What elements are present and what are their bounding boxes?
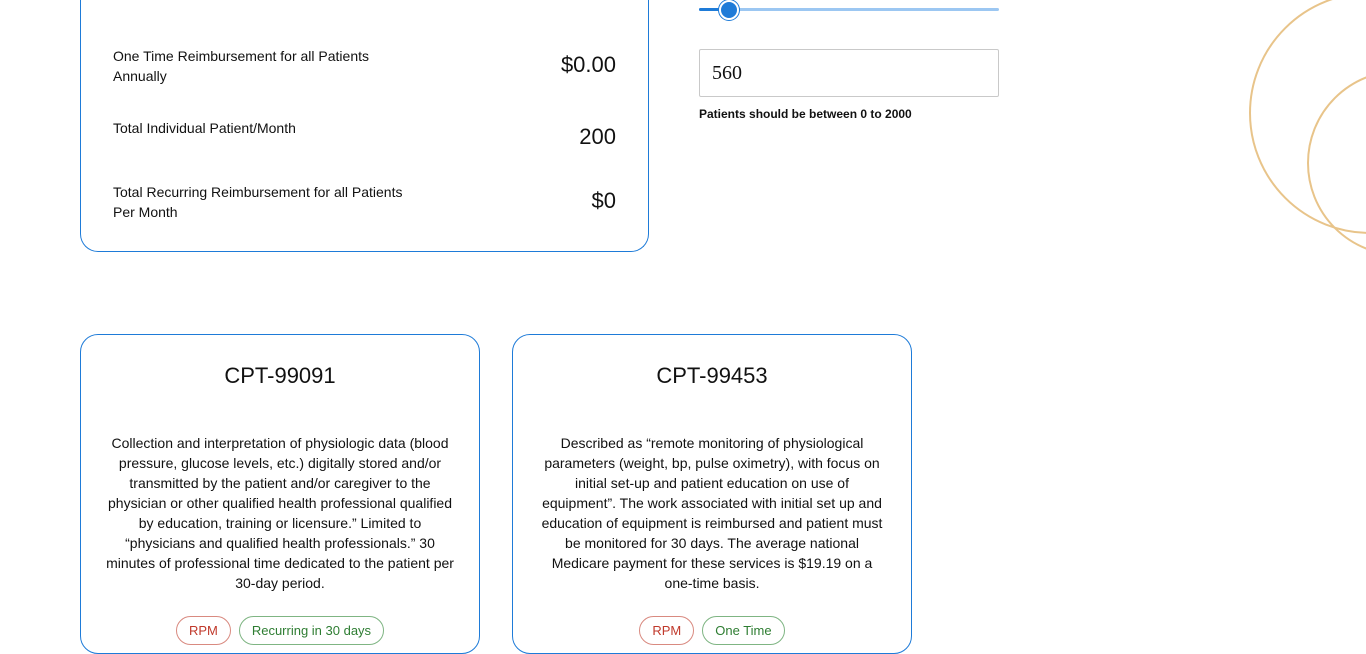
tag-rpm: RPM [175,616,231,645]
summary-row-label: One Time Reimbursement for all Patients … [113,48,369,84]
slider-thumb[interactable] [719,0,739,20]
reimbursement-summary-card: One Time Reimbursement for all Patients … [80,0,649,252]
cpt-card-99453: CPT-99453 Described as “remote monitorin… [512,334,912,654]
patients-input[interactable] [699,49,999,97]
cpt-card-description: Collection and interpretation of physiol… [106,435,454,591]
summary-row-value: $0.00 [560,52,616,77]
summary-row-value: $0 [591,188,616,213]
summary-row-value: 200 [579,124,616,149]
tag-frequency: Recurring in 30 days [238,616,385,645]
patients-hint: Patients should be between 0 to 2000 [699,107,912,121]
cpt-card-description: Described as “remote monitoring of physi… [541,435,883,591]
tag-rpm: RPM [639,616,695,645]
tag-frequency: One Time [702,616,785,645]
cpt-card-tags: RPM Recurring in 30 days [81,616,479,645]
summary-row-label: Total Recurring Reimbursement for all Pa… [113,184,403,220]
decorative-circle-outer [1249,0,1366,234]
cpt-card-tags: RPM One Time [513,616,911,645]
patients-slider[interactable] [699,0,999,20]
cpt-card-99091: CPT-99091 Collection and interpretation … [80,334,480,654]
summary-row-label: Total Individual Patient/Month [113,120,296,136]
decorative-circles [1249,0,1366,250]
slider-track[interactable] [699,8,999,11]
cpt-card-title: CPT-99091 [224,363,336,388]
cpt-card-title: CPT-99453 [656,363,768,388]
